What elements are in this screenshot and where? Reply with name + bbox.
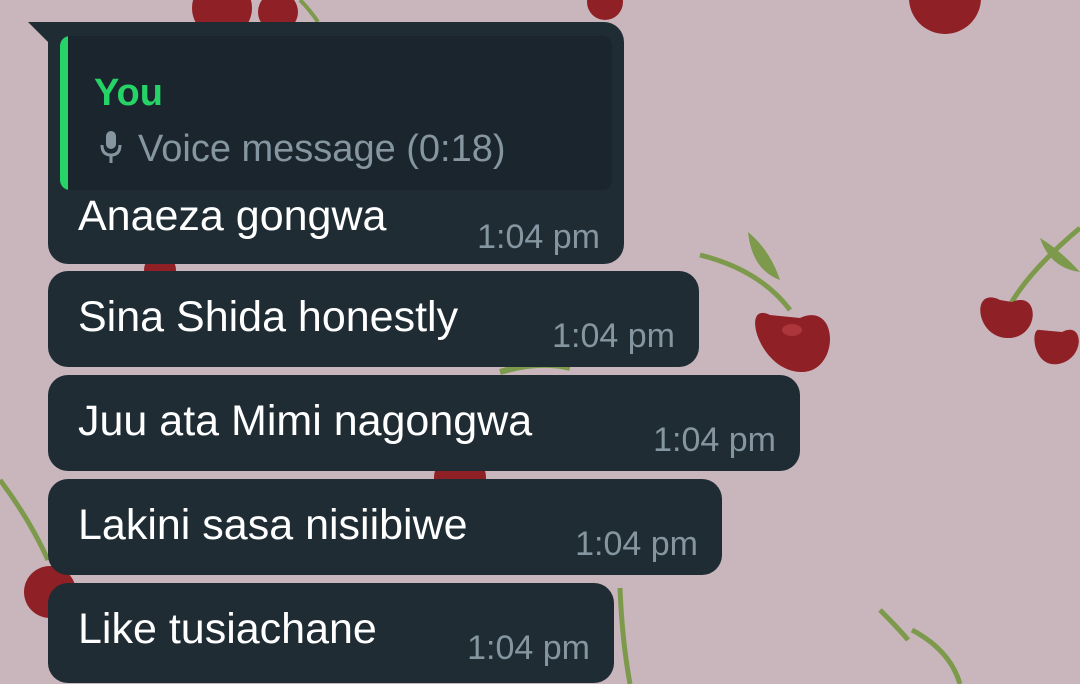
message-time: 1:04 pm (477, 218, 600, 256)
bubble-tail (28, 22, 50, 44)
message-bubble[interactable]: Sina Shida honestly 1:04 pm (48, 271, 699, 367)
quote-accent-bar (60, 36, 68, 190)
quote-content: Voice message (0:18) (100, 128, 506, 171)
quote-author: You (94, 72, 163, 114)
message-bubble[interactable]: Lakini sasa nisiibiwe 1:04 pm (48, 479, 722, 575)
message-text: Anaeza gongwa (78, 192, 387, 240)
message-bubble[interactable]: You Voice message (0:18) Anaeza gongwa 1… (48, 22, 624, 264)
message-time: 1:04 pm (575, 525, 698, 563)
mic-icon (100, 130, 122, 163)
message-bubble[interactable]: Like tusiachane 1:04 pm (48, 583, 614, 683)
message-time: 1:04 pm (467, 629, 590, 667)
quote-text: Voice message (0:18) (138, 128, 506, 170)
message-text: Juu ata Mimi nagongwa (78, 397, 533, 445)
message-text: Sina Shida honestly (78, 293, 459, 341)
chat-thread: You Voice message (0:18) Anaeza gongwa 1… (0, 0, 1080, 684)
message-bubble[interactable]: Juu ata Mimi nagongwa 1:04 pm (48, 375, 800, 471)
message-time: 1:04 pm (653, 421, 776, 459)
message-time: 1:04 pm (552, 317, 675, 355)
message-text: Lakini sasa nisiibiwe (78, 501, 468, 549)
quoted-reply[interactable]: You Voice message (0:18) (60, 36, 612, 190)
message-text: Like tusiachane (78, 605, 377, 653)
